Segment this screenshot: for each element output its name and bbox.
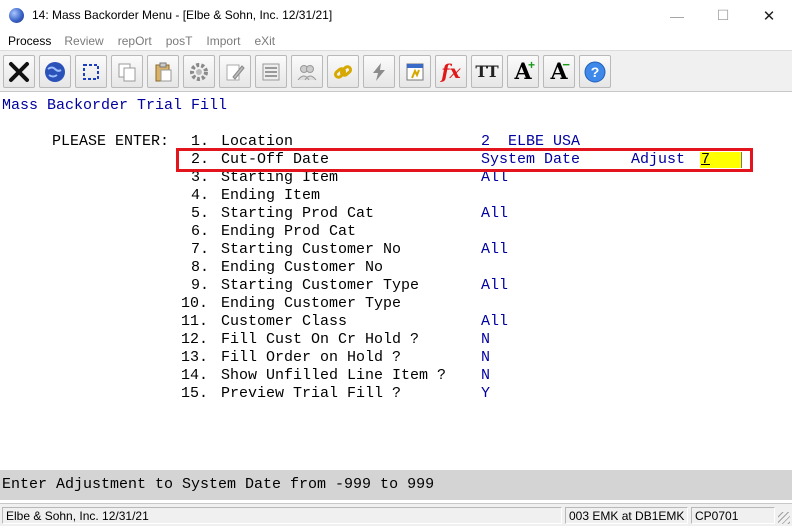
- menu-post[interactable]: posT: [166, 31, 193, 50]
- field-number: 15.: [181, 385, 209, 402]
- help-line: Enter Adjustment to System Date from -99…: [0, 470, 792, 500]
- menu-exit[interactable]: eXit: [254, 31, 275, 50]
- field-number: 9.: [191, 277, 210, 294]
- field-value: N: [481, 349, 491, 366]
- field-number: 11.: [181, 313, 209, 330]
- screen-heading: Mass Backorder Trial Fill: [2, 97, 228, 114]
- status-session: 003 EMK at DB1EMK: [565, 507, 688, 524]
- field-number: 7.: [191, 241, 210, 258]
- field-value: N: [481, 367, 491, 384]
- users-icon[interactable]: [291, 55, 323, 88]
- toolbar: fx TT A + A − ?: [0, 50, 792, 92]
- minimize-button[interactable]: —: [654, 0, 700, 31]
- field-value: All: [481, 241, 509, 258]
- close-button[interactable]: ✕: [746, 0, 792, 31]
- field-number: 4.: [191, 187, 210, 204]
- field-number: 6.: [191, 223, 210, 240]
- field-label[interactable]: Preview Trial Fill ?: [221, 385, 401, 403]
- adjust-input[interactable]: 7: [700, 152, 742, 168]
- help-text: Enter Adjustment to System Date from -99…: [2, 476, 435, 493]
- field-number: 10.: [181, 295, 209, 312]
- svg-text:?: ?: [591, 64, 600, 80]
- window-title: 14: Mass Backorder Menu - [Elbe & Sohn, …: [32, 8, 333, 22]
- field-number: 8.: [191, 259, 210, 276]
- field-label[interactable]: Customer Class: [221, 313, 347, 331]
- app-globe-icon: [9, 8, 24, 23]
- status-company: Elbe & Sohn, Inc. 12/31/21: [2, 507, 562, 524]
- resize-grip[interactable]: [778, 512, 790, 524]
- menu-report[interactable]: repOrt: [118, 31, 152, 50]
- field-label[interactable]: Fill Order on Hold ?: [221, 349, 401, 367]
- field-label[interactable]: Ending Customer Type: [221, 295, 401, 313]
- menu-bar: Process Review repOrt posT Import eXit: [0, 31, 792, 50]
- field-number: 5.: [191, 205, 210, 222]
- settings-gear-icon[interactable]: [183, 55, 215, 88]
- adjust-label: Adjust: [631, 151, 686, 168]
- increase-font-icon[interactable]: A +: [507, 55, 539, 88]
- field-label[interactable]: Starting Customer No: [221, 241, 401, 259]
- field-label[interactable]: Starting Prod Cat: [221, 205, 374, 223]
- lightning-icon[interactable]: [363, 55, 395, 88]
- copy-icon[interactable]: [111, 55, 143, 88]
- status-program: CP0701: [691, 507, 775, 524]
- menu-process[interactable]: Process: [8, 31, 51, 50]
- field-label[interactable]: Ending Item: [221, 187, 320, 205]
- list-icon[interactable]: [255, 55, 287, 88]
- calculator-icon[interactable]: [399, 55, 431, 88]
- paste-icon[interactable]: [147, 55, 179, 88]
- maximize-button[interactable]: ☐: [700, 0, 746, 31]
- status-bar: Elbe & Sohn, Inc. 12/31/21 003 EMK at DB…: [0, 503, 792, 526]
- field-label[interactable]: Show Unfilled Line Item ?: [221, 367, 446, 385]
- decrease-font-icon[interactable]: A −: [543, 55, 575, 88]
- field-value: N: [481, 331, 491, 348]
- menu-review[interactable]: Review: [64, 31, 103, 50]
- terminal-screen: Mass Backorder Trial Fill PLEASE ENTER: …: [0, 92, 792, 470]
- function-icon[interactable]: fx: [435, 55, 467, 88]
- font-size-icon[interactable]: TT: [471, 55, 503, 88]
- field-value: All: [481, 313, 509, 330]
- title-bar: 14: Mass Backorder Menu - [Elbe & Sohn, …: [0, 0, 792, 31]
- field-label[interactable]: Ending Customer No: [221, 259, 383, 277]
- prompt-label: PLEASE ENTER:: [52, 133, 170, 150]
- field-value: All: [481, 205, 509, 222]
- field-value: Y: [481, 385, 491, 402]
- field-number: 13.: [181, 349, 209, 366]
- help-icon[interactable]: ?: [579, 55, 611, 88]
- edit-pencil-icon[interactable]: [219, 55, 251, 88]
- field-label[interactable]: Fill Cust On Cr Hold ?: [221, 331, 419, 349]
- link-icon[interactable]: [327, 55, 359, 88]
- globe-icon[interactable]: [39, 55, 71, 88]
- close-x-icon[interactable]: [3, 55, 35, 88]
- field-label[interactable]: Ending Prod Cat: [221, 223, 356, 241]
- field-value: All: [481, 277, 509, 294]
- field-number: 12.: [181, 331, 209, 348]
- field-label[interactable]: Starting Customer Type: [221, 277, 419, 295]
- menu-import[interactable]: Import: [206, 31, 240, 50]
- field-number: 14.: [181, 367, 209, 384]
- select-region-icon[interactable]: [75, 55, 107, 88]
